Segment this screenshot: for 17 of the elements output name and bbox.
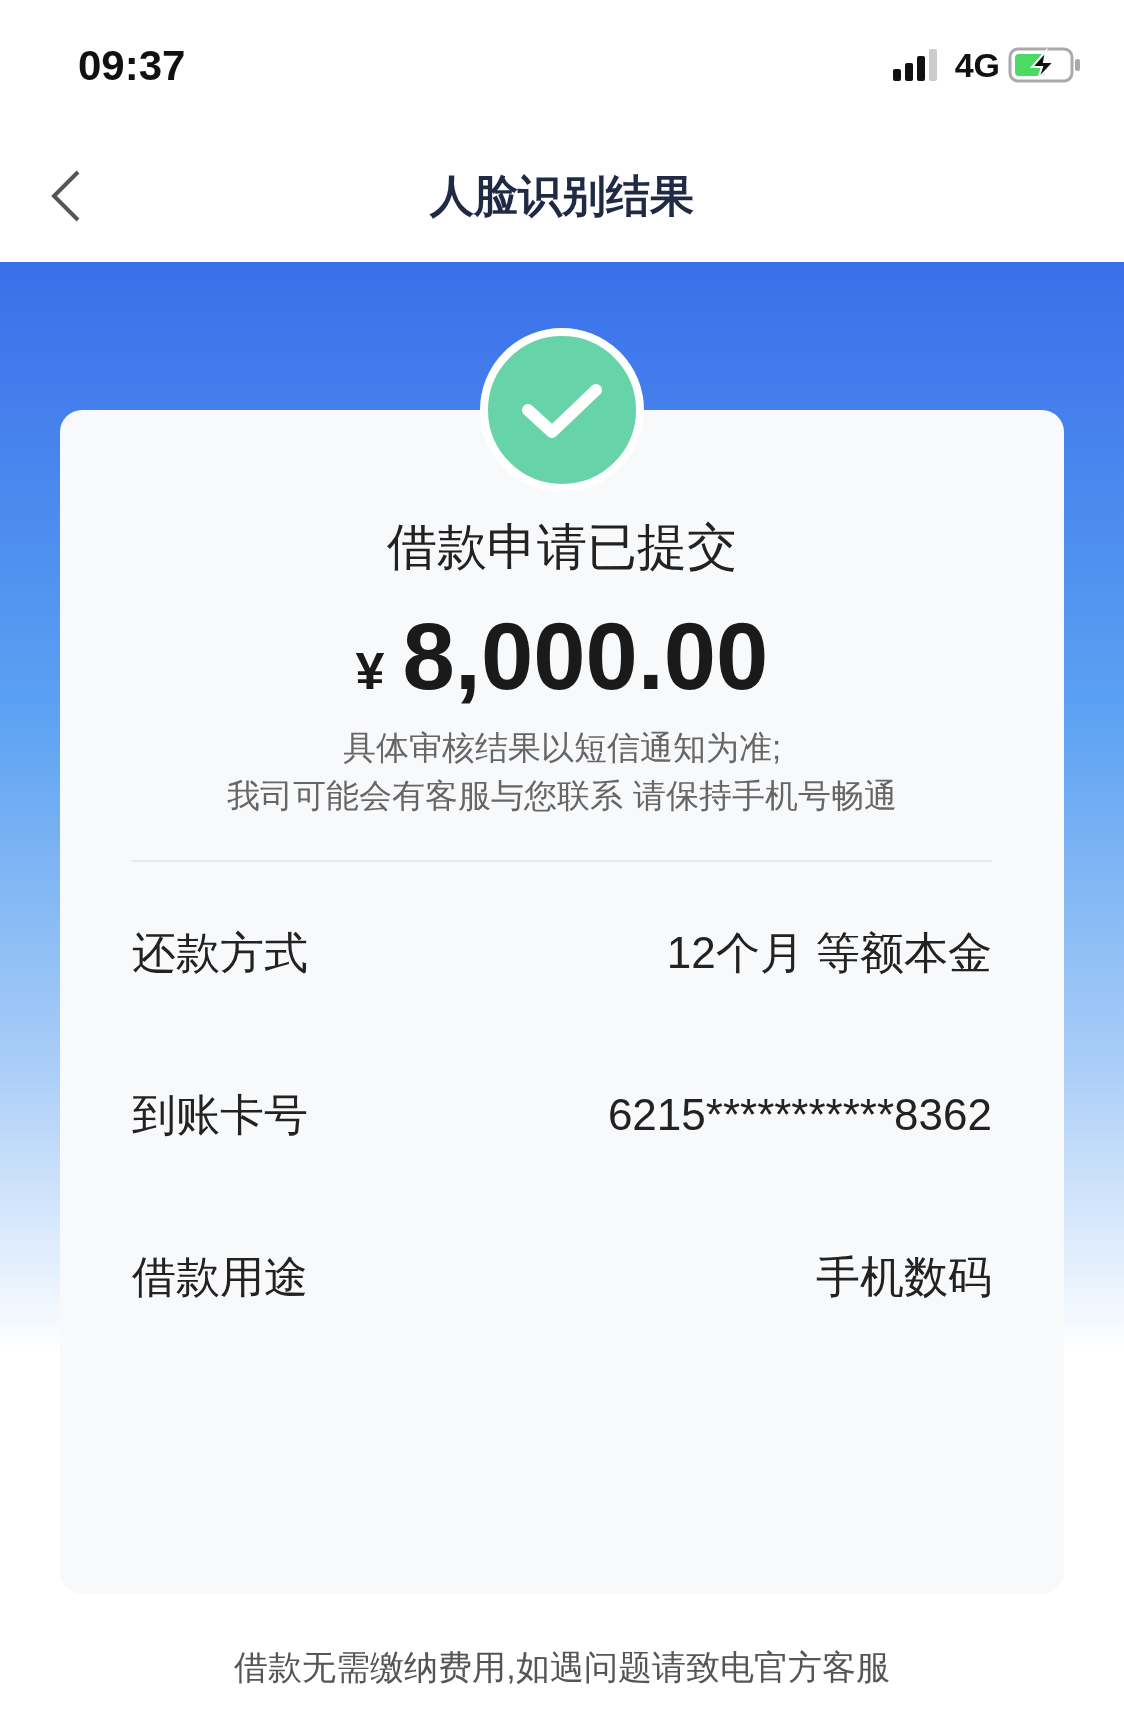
- notice-text: 我司可能会有客服与您联系 请保持手机号畅通: [227, 776, 897, 817]
- status-time: 09:37: [78, 40, 186, 91]
- footer-notice: 借款无需缴纳费用,如遇问题请致电官方客服: [234, 1647, 890, 1688]
- detail-label: 到账卡号: [132, 1089, 308, 1142]
- result-headline: 借款申请已提交: [386, 518, 738, 577]
- detail-label: 借款用途: [132, 1251, 308, 1304]
- currency-symbol: ¥: [355, 643, 385, 701]
- signal-icon: [892, 49, 939, 81]
- battery-charging-icon: [1008, 47, 1082, 83]
- detail-value: 12个月 等额本金: [666, 927, 992, 980]
- detail-value: 手机数码: [816, 1251, 992, 1304]
- detail-label: 还款方式: [132, 927, 308, 980]
- page-title: 人脸识别结果: [430, 170, 694, 222]
- notice-text: 具体审核结果以短信通知为准;: [342, 728, 782, 769]
- detail-value: 6215***********8362: [607, 1089, 992, 1142]
- loan-amount: 8,000.00: [402, 605, 769, 709]
- network-label: 4G: [954, 44, 1000, 86]
